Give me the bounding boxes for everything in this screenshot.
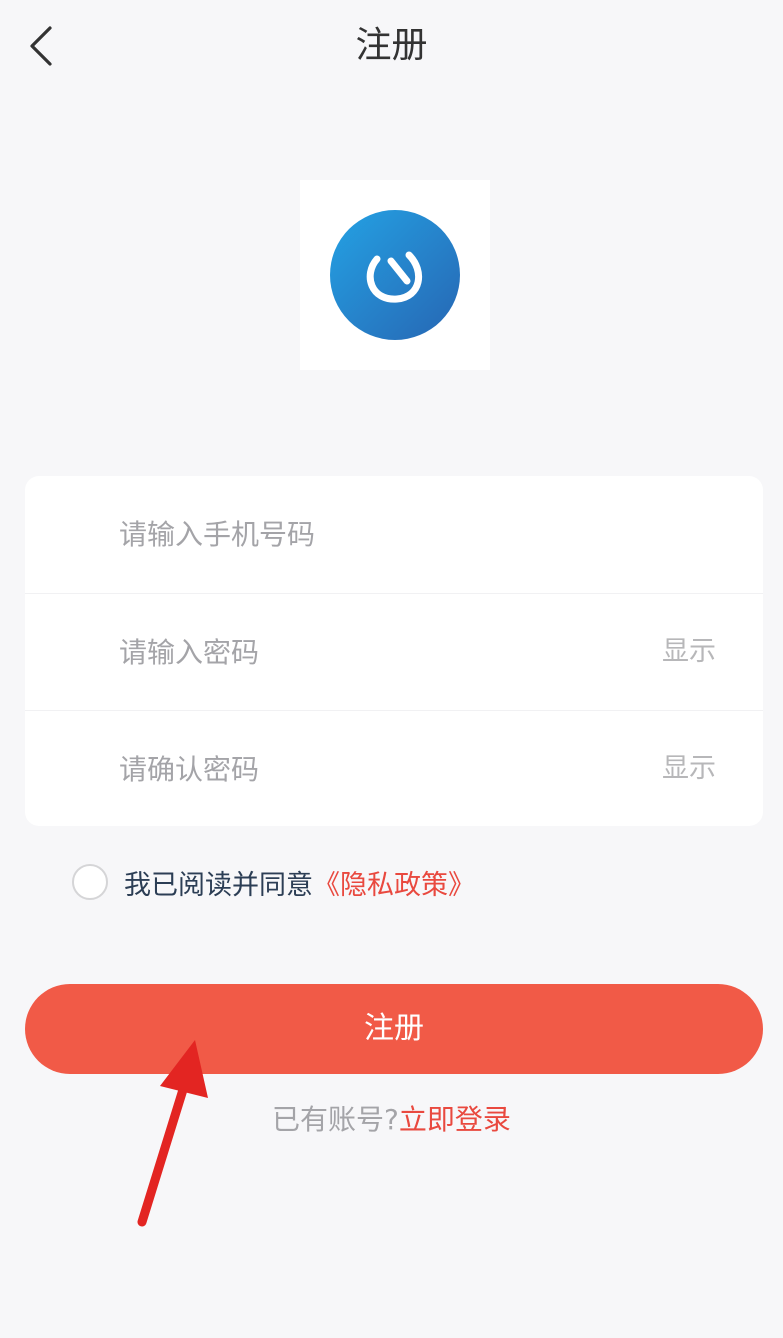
- login-link[interactable]: 立即登录: [399, 1103, 511, 1136]
- password-input[interactable]: [119, 622, 619, 682]
- app-logo: [300, 180, 490, 370]
- password-show-toggle[interactable]: 显示: [662, 634, 716, 670]
- register-form: 显示 显示: [25, 476, 763, 826]
- confirm-password-input[interactable]: [119, 739, 619, 799]
- top-bar: 注册: [0, 0, 783, 92]
- confirm-show-toggle[interactable]: 显示: [662, 751, 716, 787]
- privacy-policy-link[interactable]: 《隐私政策》: [313, 863, 475, 902]
- confirm-password-row: 显示: [25, 710, 763, 827]
- phone-input[interactable]: [119, 504, 619, 564]
- app-logo-icon: [330, 210, 460, 340]
- phone-row: [25, 476, 763, 592]
- login-prompt-question: 已有账号?: [272, 1103, 399, 1136]
- agreement-row: 我已阅读并同意 《隐私政策》: [72, 860, 475, 904]
- red-arrow-icon: [137, 1040, 208, 1227]
- agreement-text: 我已阅读并同意: [124, 869, 313, 901]
- login-prompt: 已有账号?立即登录: [0, 1100, 783, 1140]
- password-row: 显示: [25, 593, 763, 710]
- agree-checkbox[interactable]: [72, 864, 108, 900]
- page-title: 注册: [355, 25, 428, 66]
